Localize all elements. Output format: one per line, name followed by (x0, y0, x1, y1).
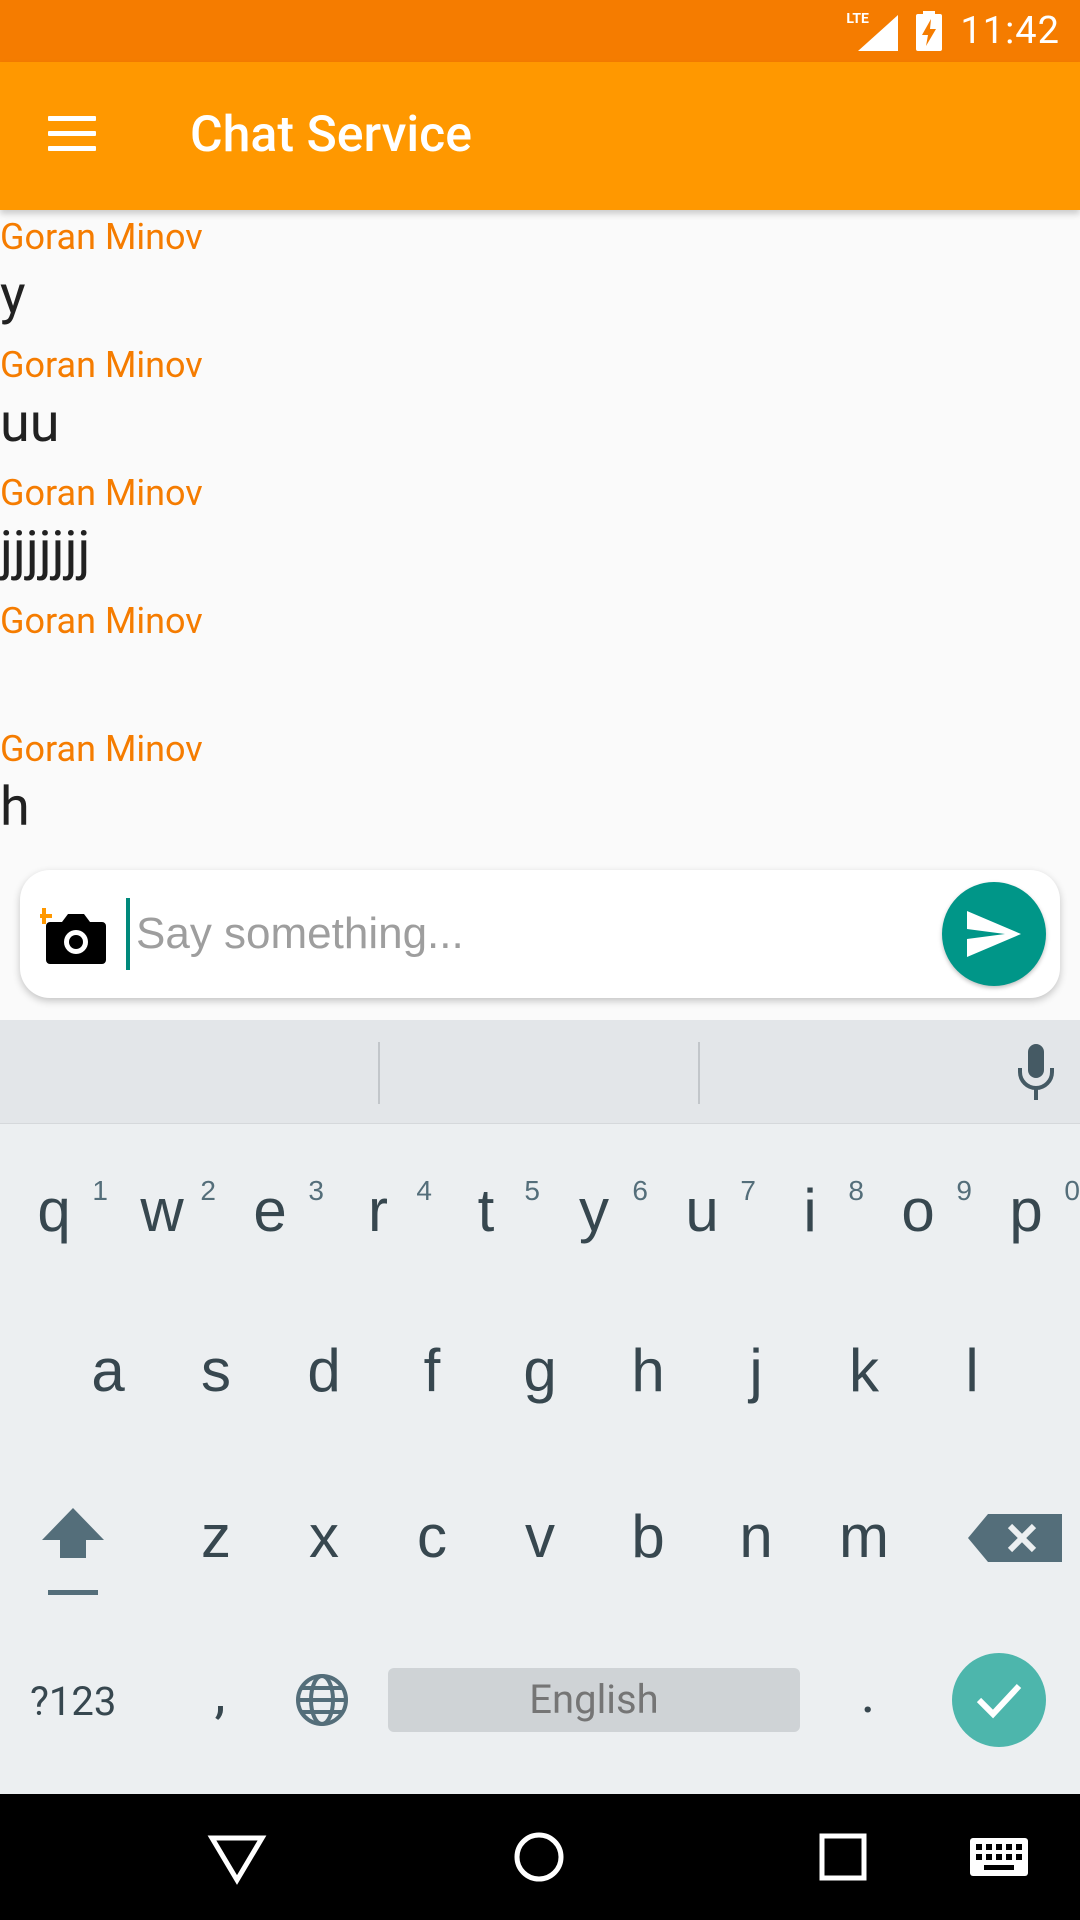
key-b[interactable]: b (594, 1482, 702, 1592)
signal-icon: LTE (846, 11, 899, 51)
message-author: Goran Minov (0, 728, 203, 770)
key-s[interactable]: s (162, 1316, 270, 1426)
key-n[interactable]: n (702, 1482, 810, 1592)
key-w[interactable]: w2 (108, 1156, 216, 1266)
period-key[interactable]: . (848, 1660, 888, 1740)
suggestion-divider (698, 1042, 700, 1104)
message-composer (20, 870, 1060, 998)
add-photo-icon[interactable] (36, 902, 110, 966)
symbols-key[interactable]: ?123 (30, 1672, 140, 1732)
message-author: Goran Minov (0, 344, 203, 386)
key-k[interactable]: k (810, 1316, 918, 1426)
check-icon (976, 1683, 1022, 1719)
message-list[interactable]: Goran Minov y Goran Minov uu Goran Minov… (0, 212, 1080, 872)
keyboard-icon[interactable] (966, 1824, 1032, 1890)
key-d[interactable]: d (270, 1316, 378, 1426)
key-f[interactable]: f (378, 1316, 486, 1426)
home-circle-icon[interactable] (506, 1824, 572, 1890)
key-o[interactable]: o9 (864, 1156, 972, 1266)
navigation-bar (0, 1794, 1080, 1920)
key-m[interactable]: m (810, 1482, 918, 1592)
key-a[interactable]: a (54, 1316, 162, 1426)
message-item: Goran Minov uu (0, 340, 1080, 468)
key-h[interactable]: h (594, 1316, 702, 1426)
done-key[interactable] (952, 1653, 1046, 1747)
key-l[interactable]: l (918, 1316, 1026, 1426)
message-item: Goran Minov jjjjjjj (0, 468, 1080, 596)
shift-icon[interactable] (28, 1500, 118, 1600)
status-bar: LTE 11:42 (0, 0, 1080, 62)
key-x[interactable]: x (270, 1482, 378, 1592)
recents-square-icon[interactable] (810, 1824, 876, 1890)
back-triangle-icon[interactable] (204, 1824, 270, 1890)
message-author: Goran Minov (0, 600, 203, 642)
message-text: y (0, 264, 26, 327)
backspace-icon[interactable] (968, 1508, 1068, 1568)
space-bar[interactable]: English (388, 1668, 800, 1732)
key-r[interactable]: r4 (324, 1156, 432, 1266)
globe-icon[interactable] (292, 1670, 352, 1730)
menu-icon[interactable] (48, 116, 98, 156)
mic-icon[interactable] (1016, 1044, 1056, 1100)
key-g[interactable]: g (486, 1316, 594, 1426)
key-v[interactable]: v (486, 1482, 594, 1592)
message-item: Goran Minov h (0, 724, 1080, 852)
suggestion-strip (0, 1020, 1080, 1124)
key-u[interactable]: u7 (648, 1156, 756, 1266)
key-t[interactable]: t5 (432, 1156, 540, 1266)
status-icons: LTE 11:42 (846, 0, 1060, 62)
key-y[interactable]: y6 (540, 1156, 648, 1266)
message-author: Goran Minov (0, 472, 203, 514)
key-c[interactable]: c (378, 1482, 486, 1592)
key-e[interactable]: e3 (216, 1156, 324, 1266)
message-text: h (0, 776, 30, 839)
message-text: uu (0, 392, 60, 455)
clock: 11:42 (960, 9, 1060, 53)
message-text: jjjjjjj (0, 520, 91, 583)
key-j[interactable]: j (702, 1316, 810, 1426)
message-author: Goran Minov (0, 216, 203, 258)
send-icon (967, 911, 1021, 957)
send-button[interactable] (942, 882, 1046, 986)
battery-charging-icon (916, 11, 943, 51)
app-bar: Chat Service (0, 62, 1080, 210)
message-item: Goran Minov y (0, 212, 1080, 340)
comma-key[interactable]: , (200, 1660, 240, 1740)
key-i[interactable]: i8 (756, 1156, 864, 1266)
key-p[interactable]: p0 (972, 1156, 1080, 1266)
message-input[interactable] (126, 898, 926, 970)
key-z[interactable]: z (162, 1482, 270, 1592)
suggestion-divider (378, 1042, 380, 1104)
message-item: Goran Minov (0, 596, 1080, 724)
app-title: Chat Service (190, 106, 473, 164)
key-q[interactable]: q1 (0, 1156, 108, 1266)
